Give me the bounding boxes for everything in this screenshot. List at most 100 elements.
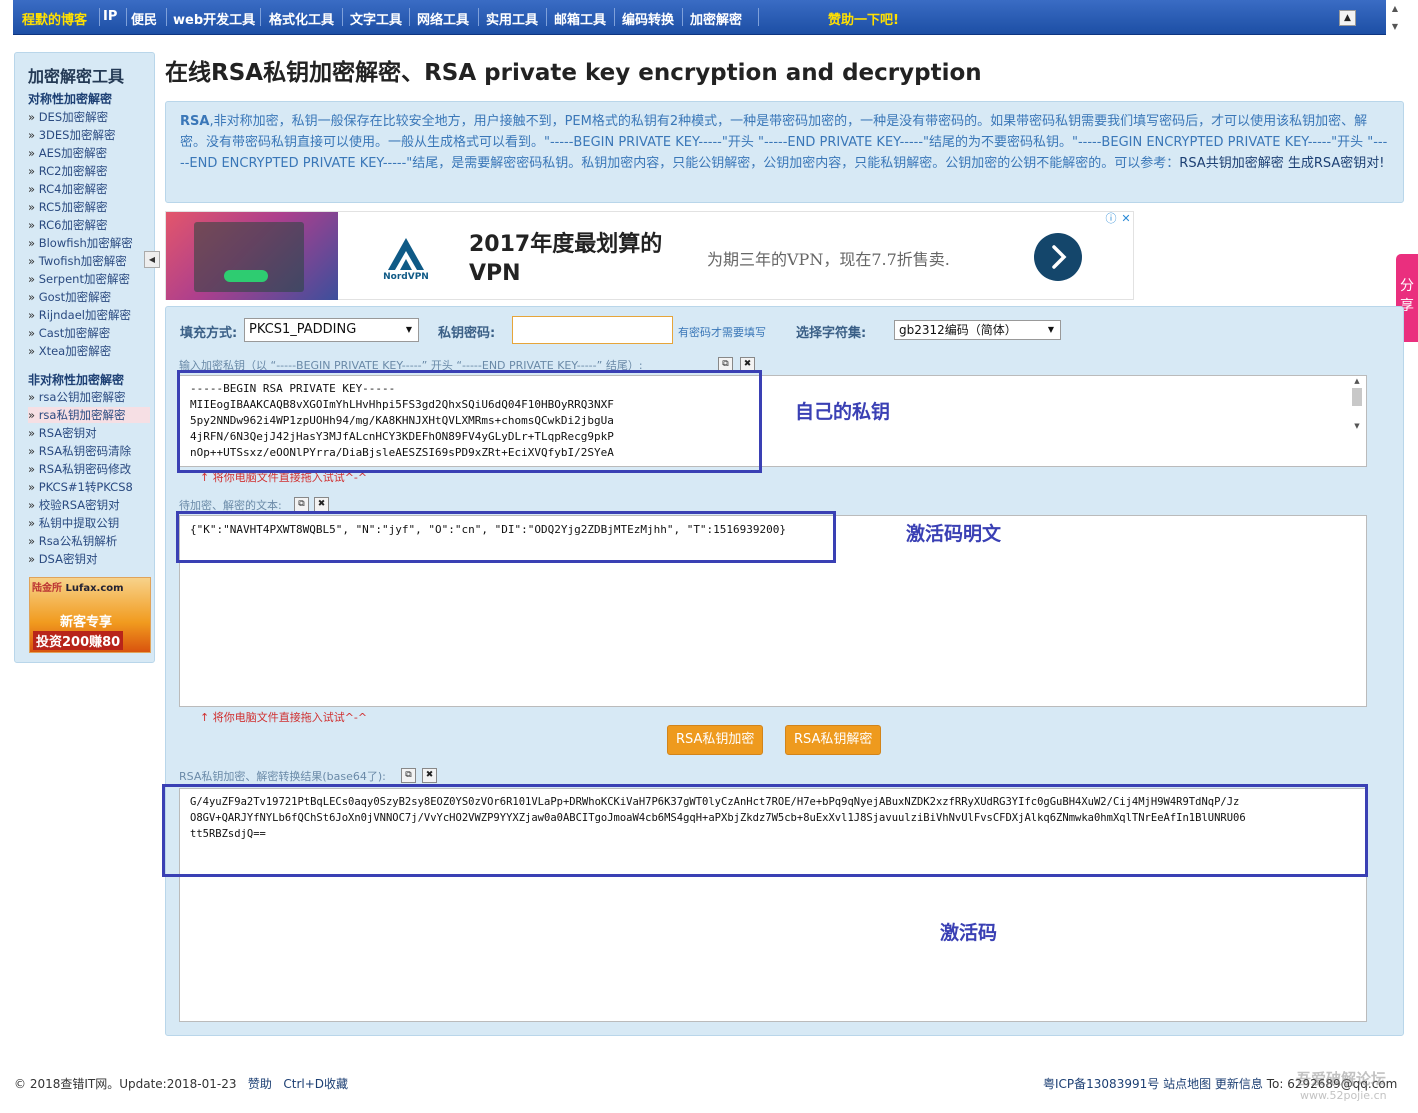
sidebar-item-rsa-pwd-change[interactable]: RSA私钥密码修改 xyxy=(28,461,131,477)
window-scrollbar[interactable]: ▲ ▼ xyxy=(1388,0,1402,36)
ad-subtext: 为期三年的VPN，现在7.7折售卖. xyxy=(707,250,950,269)
nav-item-utility[interactable]: 实用工具 xyxy=(486,9,538,28)
nav-brand[interactable]: 程默的博客 xyxy=(22,9,87,28)
nav-separator xyxy=(126,8,127,26)
ad-info-icon[interactable]: ⓘ xyxy=(1104,212,1118,226)
nav-separator xyxy=(478,8,479,26)
private-key-password-input[interactable] xyxy=(512,316,673,344)
charset-select[interactable]: gb2312编码（简体） xyxy=(894,320,1061,340)
nav-item-ip[interactable]: IP xyxy=(103,9,117,24)
sidebar-item-blowfish[interactable]: Blowfish加密解密 xyxy=(28,235,133,251)
sidebar-item-rc2[interactable]: RC2加密解密 xyxy=(28,163,108,179)
password-label: 私钥密码: xyxy=(438,326,496,341)
page-title: 在线RSA私钥加密解密、RSA private key encryption a… xyxy=(165,60,982,86)
scroll-top-button[interactable]: ▲ xyxy=(1339,10,1356,26)
footer-updates-link[interactable]: 更新信息 xyxy=(1215,1077,1263,1091)
watermark-title: 吾爱破解论坛 xyxy=(1296,1070,1387,1088)
footer-bookmark-link[interactable]: Ctrl+D收藏 xyxy=(283,1077,348,1091)
sidebar-item-rsa-private[interactable]: rsa私钥加密解密 xyxy=(28,407,150,423)
nav-separator xyxy=(614,8,615,26)
nav-separator xyxy=(546,8,547,26)
banner-ad[interactable]: NordVPN 2017年度最划算的VPN 为期三年的VPN，现在7.7折售卖.… xyxy=(165,211,1134,300)
close-icon: ✖ xyxy=(743,359,752,369)
sidebar-item-rsa-public[interactable]: rsa公钥加密解密 xyxy=(28,389,126,405)
nav-sponsor-link[interactable]: 赞助一下吧! xyxy=(828,9,899,28)
nav-item-crypto[interactable]: 加密解密 xyxy=(690,9,742,28)
padding-select[interactable]: PKCS1_PADDING xyxy=(244,318,419,342)
scroll-thumb[interactable] xyxy=(1352,388,1362,406)
footer-sitemap-link[interactable]: 站点地图 xyxy=(1163,1077,1211,1091)
rsa-decrypt-button[interactable]: RSA私钥解密 xyxy=(785,725,882,755)
ad-close-icon[interactable]: ✕ xyxy=(1119,212,1133,226)
ad-arrow-button[interactable] xyxy=(1034,233,1082,281)
ad-line-new-user: 新客专享 xyxy=(60,615,113,630)
scroll-up-arrow-icon[interactable]: ▲ xyxy=(1388,0,1402,18)
sidebar-item-extract-pubkey[interactable]: 私钥中提取公钥 xyxy=(28,515,120,531)
sidebar-title: 加密解密工具 xyxy=(28,67,125,86)
sidebar-item-xtea[interactable]: Xtea加密解密 xyxy=(28,343,112,359)
scroll-down-arrow-icon[interactable]: ▼ xyxy=(1350,422,1364,430)
triangle-left-icon: ◀ xyxy=(148,255,156,264)
sidebar-item-rsa-pwd-clear[interactable]: RSA私钥密码清除 xyxy=(28,443,131,459)
sidebar-item-rijndael[interactable]: Rijndael加密解密 xyxy=(28,307,131,323)
sidebar-item-verify-keypair[interactable]: 校验RSA密钥对 xyxy=(28,497,120,513)
close-icon: ✖ xyxy=(425,770,434,780)
sidebar-item-rsa-keypair[interactable]: RSA密钥对 xyxy=(28,425,97,441)
scroll-down-arrow-icon[interactable]: ▼ xyxy=(1388,18,1402,36)
scroll-up-arrow-icon[interactable]: ▲ xyxy=(1350,377,1364,385)
nav-separator xyxy=(758,8,759,26)
nav-item-web-dev[interactable]: web开发工具 xyxy=(173,9,255,28)
copy-result-button[interactable]: ⧉ xyxy=(401,768,416,783)
highlight-plaintext xyxy=(176,511,836,563)
sidebar-ad-banner[interactable]: 陆金所 Lufax.com 新客专享 投资200赚80 xyxy=(29,577,151,653)
nav-item-email[interactable]: 邮箱工具 xyxy=(554,9,606,28)
ad-image xyxy=(166,212,338,300)
nav-separator xyxy=(260,8,261,26)
sidebar-item-rc4[interactable]: RC4加密解密 xyxy=(28,181,108,197)
nav-item-network[interactable]: 网络工具 xyxy=(417,9,469,28)
copy-text-button[interactable]: ⧉ xyxy=(294,497,309,512)
drag-tip-text: ↑ 将你电脑文件直接拖入试试^-^ xyxy=(200,711,368,724)
footer-left: © 2018查错IT网。Update:2018-01-23 赞助 Ctrl+D收… xyxy=(14,1075,348,1092)
nav-separator xyxy=(99,8,100,26)
sidebar-item-aes[interactable]: AES加密解密 xyxy=(28,145,107,161)
sidebar-item-dsa-keypair[interactable]: DSA密钥对 xyxy=(28,551,98,567)
sidebar-item-cast[interactable]: Cast加密解密 xyxy=(28,325,111,341)
copy-icon: ⧉ xyxy=(722,359,729,369)
sidebar-item-pkcs1-to-pkcs8[interactable]: PKCS#1转PKCS8 xyxy=(28,479,133,495)
sidebar-item-des[interactable]: DES加密解密 xyxy=(28,109,108,125)
ad-image-button xyxy=(224,270,268,282)
intro-panel: RSA,非对称加密，私钥一般保存在比较安全地方，用户接触不到，PEM格式的私钥有… xyxy=(165,101,1404,203)
rsa-encrypt-button[interactable]: RSA私钥加密 xyxy=(667,725,764,755)
sidebar: 加密解密工具 对称性加密解密 DES加密解密 3DES加密解密 AES加密解密 … xyxy=(14,52,155,663)
watermark-url: www.52pojie.cn xyxy=(1300,1089,1387,1102)
ad-image-screen xyxy=(194,222,304,292)
ad-headline: 2017年度最划算的VPN xyxy=(469,232,663,286)
sidebar-collapse-button[interactable]: ◀ xyxy=(144,251,160,268)
sidebar-item-gost[interactable]: Gost加密解密 xyxy=(28,289,111,305)
copy-icon: ⧉ xyxy=(298,499,305,509)
sidebar-item-serpent[interactable]: Serpent加密解密 xyxy=(28,271,130,287)
sidebar-item-rc6[interactable]: RC6加密解密 xyxy=(28,217,108,233)
sidebar-item-rc5[interactable]: RC5加密解密 xyxy=(28,199,108,215)
nav-separator xyxy=(409,8,410,26)
nav-item-encoding[interactable]: 编码转换 xyxy=(622,9,674,28)
password-hint: 有密码才需要填写 xyxy=(678,326,766,339)
nav-item-convenience[interactable]: 便民 xyxy=(131,9,157,28)
intro-link-rsa-keypair[interactable]: 生成RSA密钥对! xyxy=(1288,156,1385,171)
footer-donate-link[interactable]: 赞助 xyxy=(248,1077,272,1091)
nav-item-format[interactable]: 格式化工具 xyxy=(269,9,334,28)
sidebar-item-3des[interactable]: 3DES加密解密 xyxy=(28,127,116,143)
sidebar-item-key-parse[interactable]: Rsa公私钥解析 xyxy=(28,533,118,549)
padding-select-value: PKCS1_PADDING xyxy=(249,322,357,337)
top-navbar: 程默的博客 IP 便民 web开发工具 格式化工具 文字工具 网络工具 实用工具… xyxy=(13,0,1386,35)
key-textarea-scrollbar[interactable]: ▲ ▼ xyxy=(1350,377,1364,465)
footer-icp-link[interactable]: 粤ICP备13083991号 xyxy=(1043,1077,1159,1091)
annotation-private-key: 自己的私钥 xyxy=(795,401,891,423)
intro-link-rsa-public[interactable]: RSA共钥加密解密 xyxy=(1179,156,1283,171)
clear-result-button[interactable]: ✖ xyxy=(422,768,437,783)
sidebar-item-twofish[interactable]: Twofish加密解密 xyxy=(28,253,127,269)
clear-text-button[interactable]: ✖ xyxy=(314,497,329,512)
nav-item-text[interactable]: 文字工具 xyxy=(350,9,402,28)
highlight-result xyxy=(162,784,1368,877)
